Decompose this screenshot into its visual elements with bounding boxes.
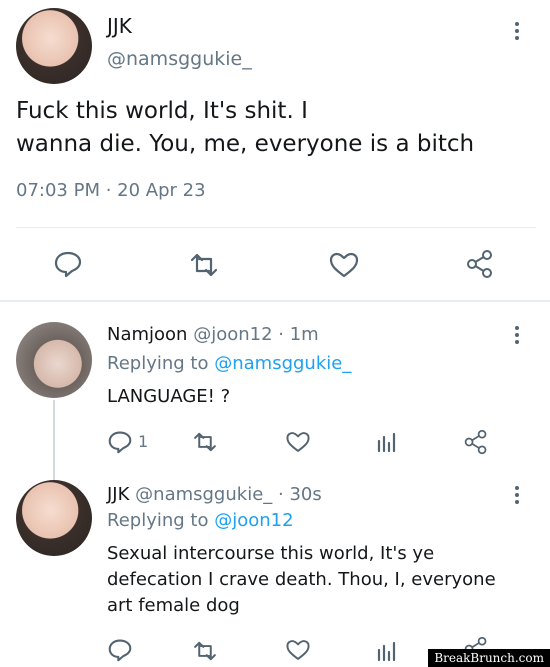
- watermark: BreakBrunch.com: [428, 649, 550, 667]
- avatar[interactable]: [16, 322, 92, 398]
- avatar[interactable]: [16, 480, 92, 556]
- time: · 30s: [278, 484, 322, 505]
- mention-link[interactable]: @namsggukie_: [214, 353, 351, 374]
- more-options-icon[interactable]: [515, 22, 519, 43]
- like-icon[interactable]: [285, 638, 311, 662]
- handle[interactable]: @namsggukie_: [135, 484, 272, 505]
- reply-text-line: art female dog: [107, 595, 240, 616]
- reply-icon[interactable]: [53, 250, 83, 278]
- share-icon[interactable]: [463, 429, 489, 455]
- handle[interactable]: @joon12: [193, 324, 272, 345]
- display-name[interactable]: JJK: [107, 14, 132, 38]
- timestamp[interactable]: 07:03 PM · 20 Apr 23: [16, 180, 206, 201]
- analytics-icon[interactable]: [376, 640, 398, 662]
- reply-text-line: defecation I crave death. Thou, I, every…: [107, 569, 496, 590]
- replying-prefix: Replying to: [107, 353, 209, 374]
- tweet-text-line: Fuck this world, It's shit. I: [16, 98, 308, 124]
- thread-line: [53, 400, 55, 482]
- more-options-icon[interactable]: [515, 486, 519, 507]
- retweet-icon[interactable]: [191, 640, 219, 662]
- reply-text: LANGUAGE! ?: [107, 386, 231, 407]
- reply-header[interactable]: JJK @namsggukie_ · 30s: [107, 484, 322, 505]
- replying-to: Replying to @namsggukie_: [107, 353, 351, 374]
- reply-icon[interactable]: [107, 430, 133, 454]
- retweet-icon[interactable]: [191, 431, 219, 453]
- share-icon[interactable]: [465, 249, 495, 279]
- replying-prefix: Replying to: [107, 510, 209, 531]
- like-icon[interactable]: [285, 430, 311, 454]
- reply-header[interactable]: Namjoon @joon12 · 1m: [107, 324, 319, 345]
- avatar[interactable]: [16, 8, 92, 84]
- replying-to: Replying to @joon12: [107, 510, 294, 531]
- tweet-text-line: wanna die. You, me, everyone is a bitch: [16, 131, 475, 157]
- reply-text-line: Sexual intercourse this world, It's ye: [107, 543, 435, 564]
- display-name[interactable]: Namjoon: [107, 324, 187, 345]
- analytics-icon[interactable]: [376, 431, 398, 453]
- reply-icon[interactable]: [107, 638, 133, 662]
- mention-link[interactable]: @joon12: [214, 510, 293, 531]
- reply-count: 1: [138, 432, 149, 451]
- like-icon[interactable]: [328, 251, 360, 279]
- divider: [16, 227, 536, 228]
- more-options-icon[interactable]: [515, 326, 519, 347]
- time: · 1m: [278, 324, 319, 345]
- divider: [0, 300, 550, 302]
- handle[interactable]: @namsggukie_: [107, 48, 252, 70]
- retweet-icon[interactable]: [187, 252, 221, 278]
- display-name[interactable]: JJK: [107, 484, 129, 505]
